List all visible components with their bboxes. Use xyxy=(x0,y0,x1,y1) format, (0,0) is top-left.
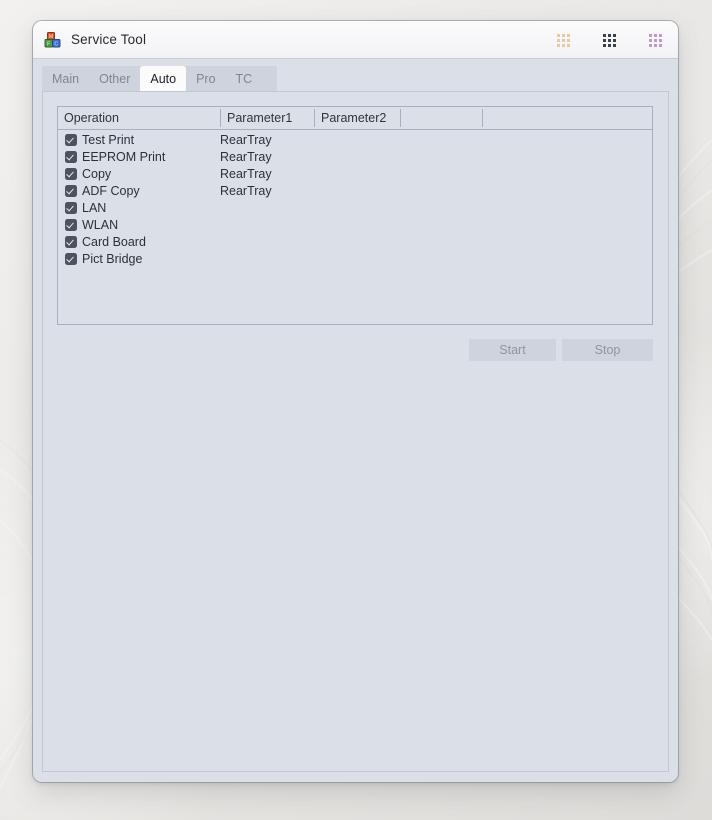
window-title: Service Tool xyxy=(71,32,147,47)
minimize-button[interactable] xyxy=(540,21,586,59)
start-button[interactable]: Start xyxy=(469,339,556,361)
row-parameter1-value: RearTray xyxy=(220,167,272,181)
column-header-extra-2[interactable] xyxy=(483,107,652,129)
table-row[interactable]: Card Board xyxy=(58,234,652,251)
table-row[interactable]: ADF Copy RearTray xyxy=(58,183,652,200)
row-operation-label: Copy xyxy=(82,167,112,181)
row-checkbox[interactable] xyxy=(65,253,77,265)
toy-blocks-icon: M F C xyxy=(44,31,62,49)
tab-pro-label: Pro xyxy=(196,72,216,86)
table-row[interactable]: Copy RearTray xyxy=(58,166,652,183)
stop-button[interactable]: Stop xyxy=(562,339,653,361)
maximize-button[interactable] xyxy=(586,21,632,59)
row-operation-label: LAN xyxy=(82,201,107,215)
tab-auto[interactable]: Auto xyxy=(140,66,187,92)
table-row[interactable]: WLAN xyxy=(58,217,652,234)
svg-text:F: F xyxy=(47,41,50,47)
row-operation-label: WLAN xyxy=(82,218,119,232)
row-operation-label: Test Print xyxy=(82,133,135,147)
row-checkbox[interactable] xyxy=(65,185,77,197)
minimize-dots-icon xyxy=(556,33,570,47)
table-header-row: Operation Parameter1 Parameter2 xyxy=(58,107,652,130)
column-header-parameter1[interactable]: Parameter1 xyxy=(221,107,314,129)
row-parameter1-value: RearTray xyxy=(220,150,272,164)
column-header-operation[interactable]: Operation xyxy=(58,107,220,129)
action-button-row: Start Stop xyxy=(57,339,653,361)
tab-other-label: Other xyxy=(99,72,131,86)
svg-text:C: C xyxy=(54,41,58,47)
window-body: Main Other Auto Pro TC Operation Paramet… xyxy=(33,59,678,782)
row-checkbox[interactable] xyxy=(65,236,77,248)
tab-pro[interactable]: Pro xyxy=(186,66,225,92)
close-button[interactable] xyxy=(632,21,678,59)
tab-main[interactable]: Main xyxy=(42,66,89,92)
tab-auto-label: Auto xyxy=(150,72,177,86)
column-header-parameter2[interactable]: Parameter2 xyxy=(315,107,400,129)
row-checkbox[interactable] xyxy=(65,219,77,231)
tab-tc-label: TC xyxy=(235,72,253,86)
tab-bar: Main Other Auto Pro TC xyxy=(42,66,277,92)
row-parameter1-value: RearTray xyxy=(220,133,272,147)
table-row[interactable]: Test Print RearTray xyxy=(58,132,652,149)
window-controls xyxy=(540,21,678,59)
maximize-dots-icon xyxy=(602,33,616,47)
row-checkbox[interactable] xyxy=(65,134,77,146)
row-operation-label: ADF Copy xyxy=(82,184,140,198)
table-row[interactable]: EEPROM Print RearTray xyxy=(58,149,652,166)
column-header-extra-1[interactable] xyxy=(401,107,482,129)
row-parameter1-value: RearTray xyxy=(220,184,272,198)
auto-tab-panel: Operation Parameter1 Parameter2 Test Pri… xyxy=(42,91,669,772)
tab-tc[interactable]: TC xyxy=(226,66,263,92)
row-operation-label: Pict Bridge xyxy=(82,252,143,266)
operations-table: Operation Parameter1 Parameter2 Test Pri… xyxy=(57,106,653,325)
table-row[interactable]: Pict Bridge xyxy=(58,251,652,268)
service-tool-window: M F C Service Tool Main Other Auto Pro T… xyxy=(33,21,678,782)
table-body: Test Print RearTray EEPROM Print RearTra… xyxy=(58,130,652,268)
row-checkbox[interactable] xyxy=(65,202,77,214)
tab-main-label: Main xyxy=(52,72,80,86)
window-titlebar[interactable]: M F C Service Tool xyxy=(33,21,678,59)
row-checkbox[interactable] xyxy=(65,168,77,180)
tab-other[interactable]: Other xyxy=(89,66,140,92)
close-dots-icon xyxy=(648,33,662,47)
row-operation-label: Card Board xyxy=(82,235,146,249)
row-checkbox[interactable] xyxy=(65,151,77,163)
row-operation-label: EEPROM Print xyxy=(82,150,166,164)
table-row[interactable]: LAN xyxy=(58,200,652,217)
